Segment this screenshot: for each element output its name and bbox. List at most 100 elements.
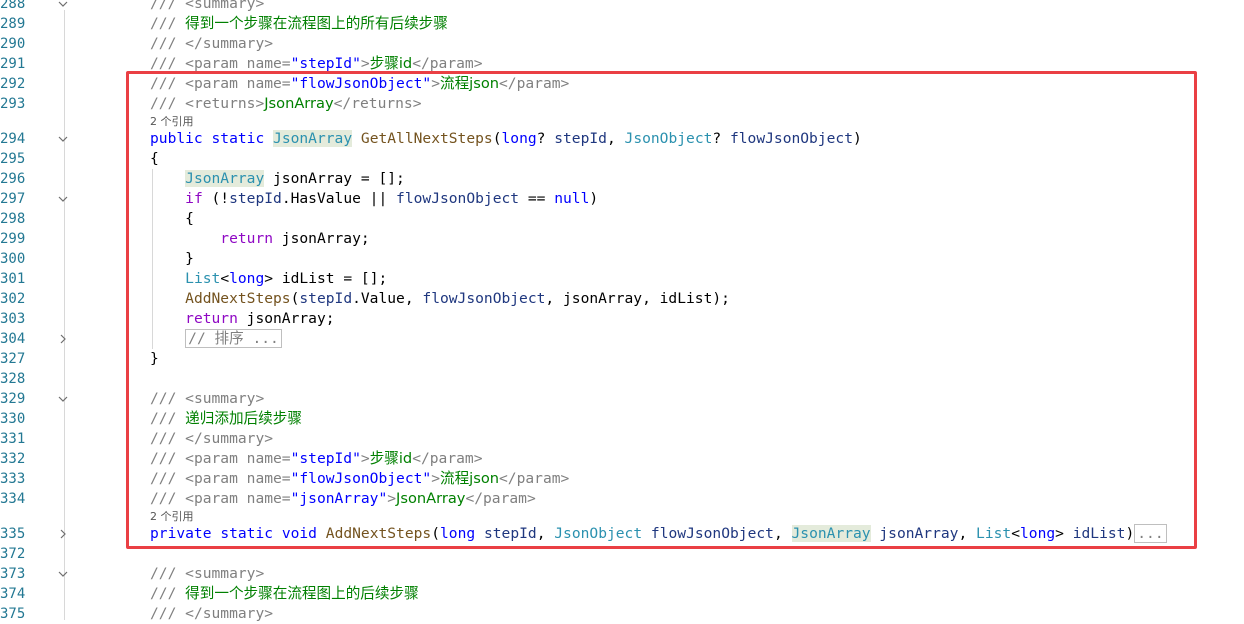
code-line[interactable]: 304 // 排序 ... bbox=[0, 329, 1244, 349]
line-number: 293 bbox=[0, 96, 26, 112]
fold-open-icon[interactable] bbox=[58, 134, 68, 144]
line-number: 298 bbox=[0, 211, 26, 227]
code-line[interactable]: 289 /// 得到一个步骤在流程图上的所有后续步骤 bbox=[0, 14, 1244, 34]
code-text: /// <param name="flowJsonObject">流程json<… bbox=[150, 75, 570, 92]
code-text: List<long> idList = []; bbox=[185, 270, 388, 287]
code-line[interactable]: 372 bbox=[0, 544, 1244, 564]
codelens-row: 2 个引用 bbox=[0, 509, 1244, 524]
line-number: 329 bbox=[0, 391, 26, 407]
line-number: 304 bbox=[0, 331, 26, 347]
code-text: JsonArray jsonArray = []; bbox=[185, 170, 405, 187]
code-line[interactable]: 294 public static JsonArray GetAllNextSt… bbox=[0, 129, 1244, 149]
code-line[interactable]: 330 /// 递归添加后续步骤 bbox=[0, 409, 1244, 429]
collapsed-region[interactable]: // 排序 ... bbox=[185, 329, 282, 348]
line-number: 334 bbox=[0, 491, 26, 507]
code-line[interactable]: 292 /// <param name="flowJsonObject">流程j… bbox=[0, 74, 1244, 94]
line-number: 303 bbox=[0, 311, 26, 327]
code-text: private static void AddNextSteps(long st… bbox=[150, 524, 1167, 544]
code-text: return jsonArray; bbox=[185, 310, 335, 327]
code-text: /// <param name="stepId">步骤id</param> bbox=[150, 55, 483, 72]
code-text: public static JsonArray GetAllNextSteps(… bbox=[150, 130, 862, 147]
code-line[interactable]: 300 } bbox=[0, 249, 1244, 269]
line-number: 373 bbox=[0, 566, 26, 582]
code-text: } bbox=[150, 350, 159, 367]
code-line[interactable]: 303 return jsonArray; bbox=[0, 309, 1244, 329]
code-line[interactable]: 298 { bbox=[0, 209, 1244, 229]
line-number: 302 bbox=[0, 291, 26, 307]
code-text: } bbox=[185, 250, 194, 267]
code-line[interactable]: 293 /// <returns>JsonArray</returns> bbox=[0, 94, 1244, 114]
code-text: /// <param name="stepId">步骤id</param> bbox=[150, 450, 483, 467]
fold-open-icon[interactable] bbox=[58, 0, 68, 9]
line-number: 292 bbox=[0, 76, 26, 92]
code-line[interactable]: 288 /// <summary> bbox=[0, 0, 1244, 14]
line-number: 372 bbox=[0, 546, 26, 562]
code-text: /// </summary> bbox=[150, 35, 274, 52]
fold-open-icon[interactable] bbox=[58, 569, 68, 579]
fold-closed-icon[interactable] bbox=[58, 334, 68, 344]
code-text: /// <summary> bbox=[150, 565, 265, 582]
code-line[interactable]: 297 if (!stepId.HasValue || flowJsonObje… bbox=[0, 189, 1244, 209]
line-number: 328 bbox=[0, 371, 26, 387]
fold-closed-icon[interactable] bbox=[58, 529, 68, 539]
code-line[interactable]: 327 } bbox=[0, 349, 1244, 369]
line-number: 297 bbox=[0, 191, 26, 207]
line-number: 289 bbox=[0, 16, 26, 32]
fold-open-icon[interactable] bbox=[58, 194, 68, 204]
fold-open-icon[interactable] bbox=[58, 394, 68, 404]
code-line[interactable]: 333 /// <param name="flowJsonObject">流程j… bbox=[0, 469, 1244, 489]
code-line[interactable]: 301 List<long> idList = []; bbox=[0, 269, 1244, 289]
code-line[interactable]: 335 private static void AddNextSteps(lon… bbox=[0, 524, 1244, 544]
code-text: { bbox=[150, 150, 159, 167]
code-text: /// 递归添加后续步骤 bbox=[150, 410, 302, 427]
code-text: AddNextSteps(stepId.Value, flowJsonObjec… bbox=[185, 290, 730, 307]
code-line[interactable]: 328 bbox=[0, 369, 1244, 389]
line-number: 331 bbox=[0, 431, 26, 447]
reference-count-link[interactable]: 2 个引用 bbox=[150, 115, 194, 128]
code-text: /// <param name="flowJsonObject">流程json<… bbox=[150, 470, 570, 487]
line-number: 295 bbox=[0, 151, 26, 167]
code-line[interactable]: 334 /// <param name="jsonArray">JsonArra… bbox=[0, 489, 1244, 509]
code-line[interactable]: 373 /// <summary> bbox=[0, 564, 1244, 584]
code-line[interactable]: 332 /// <param name="stepId">步骤id</param… bbox=[0, 449, 1244, 469]
code-text: if (!stepId.HasValue || flowJsonObject =… bbox=[185, 190, 599, 207]
code-line[interactable]: 291 /// <param name="stepId">步骤id</param… bbox=[0, 54, 1244, 74]
code-text: /// 得到一个步骤在流程图上的所有后续步骤 bbox=[150, 15, 448, 32]
code-text: /// <summary> bbox=[150, 0, 265, 12]
line-number: 333 bbox=[0, 471, 26, 487]
line-number: 299 bbox=[0, 231, 26, 247]
code-text: { bbox=[185, 210, 194, 227]
code-line[interactable]: 295 { bbox=[0, 149, 1244, 169]
code-line[interactable]: 290 /// </summary> bbox=[0, 34, 1244, 54]
line-number: 291 bbox=[0, 56, 26, 72]
code-text: /// </summary> bbox=[150, 430, 274, 447]
line-number: 288 bbox=[0, 0, 26, 12]
collapsed-region[interactable]: ... bbox=[1134, 524, 1167, 543]
code-line[interactable]: 329 /// <summary> bbox=[0, 389, 1244, 409]
code-text: /// </summary> bbox=[150, 605, 274, 622]
code-line[interactable]: 331 /// </summary> bbox=[0, 429, 1244, 449]
line-number: 374 bbox=[0, 586, 26, 602]
line-number: 301 bbox=[0, 271, 26, 287]
line-number: 290 bbox=[0, 36, 26, 52]
line-number: 375 bbox=[0, 606, 26, 622]
code-line[interactable]: 299 return jsonArray; bbox=[0, 229, 1244, 249]
code-line[interactable]: 296 JsonArray jsonArray = []; bbox=[0, 169, 1244, 189]
line-number: 332 bbox=[0, 451, 26, 467]
code-text: // 排序 ... bbox=[150, 329, 282, 349]
code-text: /// <param name="jsonArray">JsonArray</p… bbox=[150, 490, 536, 507]
code-text: /// <returns>JsonArray</returns> bbox=[150, 95, 422, 112]
code-text: return jsonArray; bbox=[220, 230, 370, 247]
line-number: 330 bbox=[0, 411, 26, 427]
code-line[interactable]: 374 /// 得到一个步骤在流程图上的后续步骤 bbox=[0, 584, 1244, 604]
code-text: /// 得到一个步骤在流程图上的后续步骤 bbox=[150, 585, 419, 602]
line-number: 296 bbox=[0, 171, 26, 187]
line-number: 327 bbox=[0, 351, 26, 367]
line-number: 335 bbox=[0, 526, 26, 542]
code-line[interactable]: 302 AddNextSteps(stepId.Value, flowJsonO… bbox=[0, 289, 1244, 309]
code-text: /// <summary> bbox=[150, 390, 265, 407]
line-number: 294 bbox=[0, 131, 26, 147]
reference-count-link[interactable]: 2 个引用 bbox=[150, 510, 194, 523]
code-line[interactable]: 375 /// </summary> bbox=[0, 604, 1244, 624]
code-editor[interactable]: 288 /// <summary> 289 /// 得到一个步骤在流程图上的所有… bbox=[0, 0, 1244, 622]
